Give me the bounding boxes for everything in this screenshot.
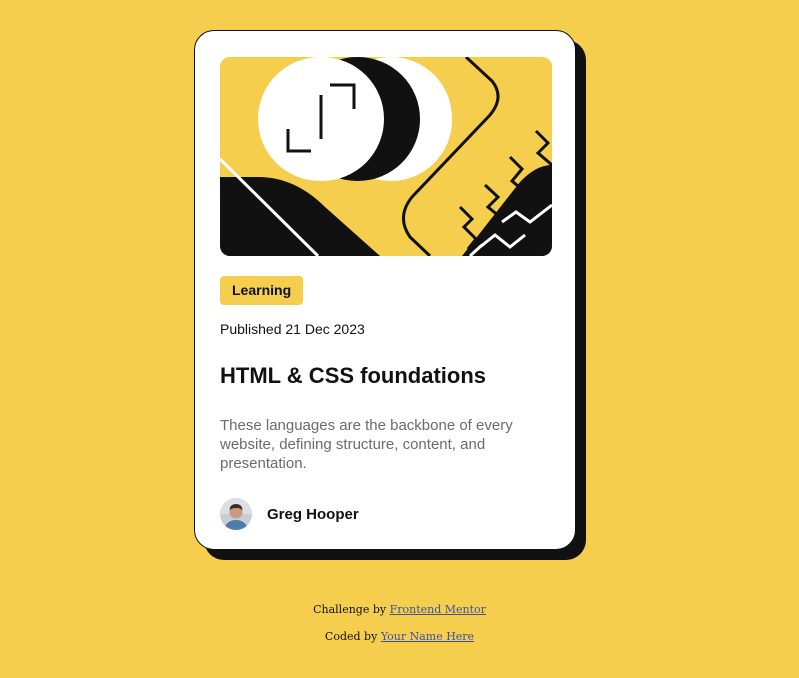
frontend-mentor-link[interactable]: Frontend Mentor (390, 603, 486, 616)
author: Greg Hooper (220, 498, 359, 530)
attribution-challenge-text: Challenge by (313, 603, 387, 616)
hero-illustration (220, 57, 552, 256)
attribution-challenge: Challenge by Frontend Mentor (0, 603, 799, 616)
card-title[interactable]: HTML & CSS foundations (220, 363, 486, 389)
attribution-coder-text: Coded by (324, 630, 378, 643)
avatar (220, 498, 252, 530)
attribution-coder: Coded by Your Name Here (0, 630, 799, 643)
card-description: These languages are the backbone of ever… (220, 417, 513, 472)
author-name: Greg Hooper (267, 505, 359, 523)
category-tag: Learning (220, 276, 304, 305)
blog-preview-card: Learning Published 21 Dec 2023 HTML & CS… (194, 30, 576, 550)
publish-date: Published 21 Dec 2023 (220, 321, 365, 337)
coder-link[interactable]: Your Name Here (381, 630, 474, 643)
